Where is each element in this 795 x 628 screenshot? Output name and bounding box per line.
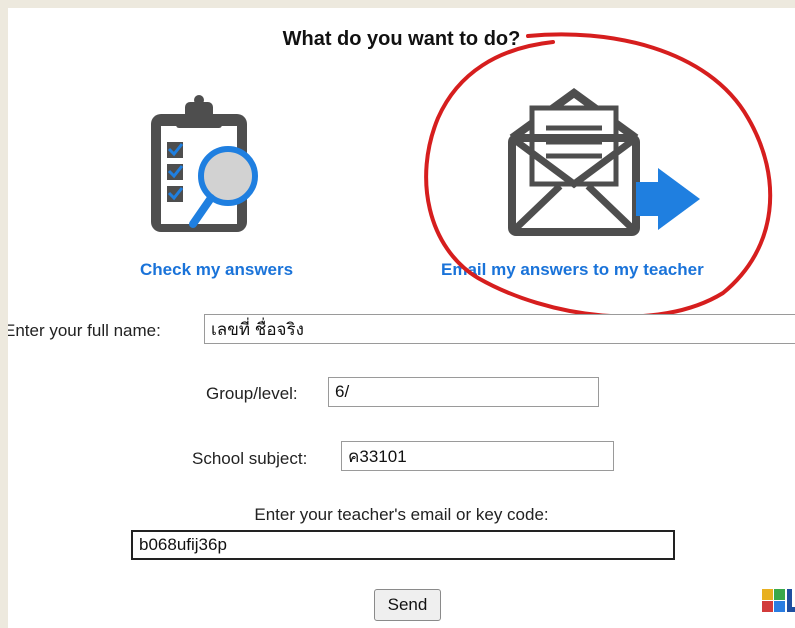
send-button[interactable]: Send — [374, 589, 441, 621]
activity-panel: What do you want to do? Check my answers — [8, 8, 795, 628]
group-level-field[interactable] — [328, 377, 599, 407]
teacher-email-field[interactable] — [131, 530, 675, 560]
school-subject-field[interactable] — [341, 441, 614, 471]
teacher-email-label: Enter your teacher's email or key code: — [254, 505, 549, 524]
full-name-label: Enter your full name: — [8, 321, 161, 340]
school-subject-label: School subject: — [192, 449, 308, 468]
full-name-field[interactable] — [204, 314, 795, 344]
liveworksheets-logo — [762, 588, 795, 628]
group-level-label: Group/level: — [206, 384, 298, 403]
